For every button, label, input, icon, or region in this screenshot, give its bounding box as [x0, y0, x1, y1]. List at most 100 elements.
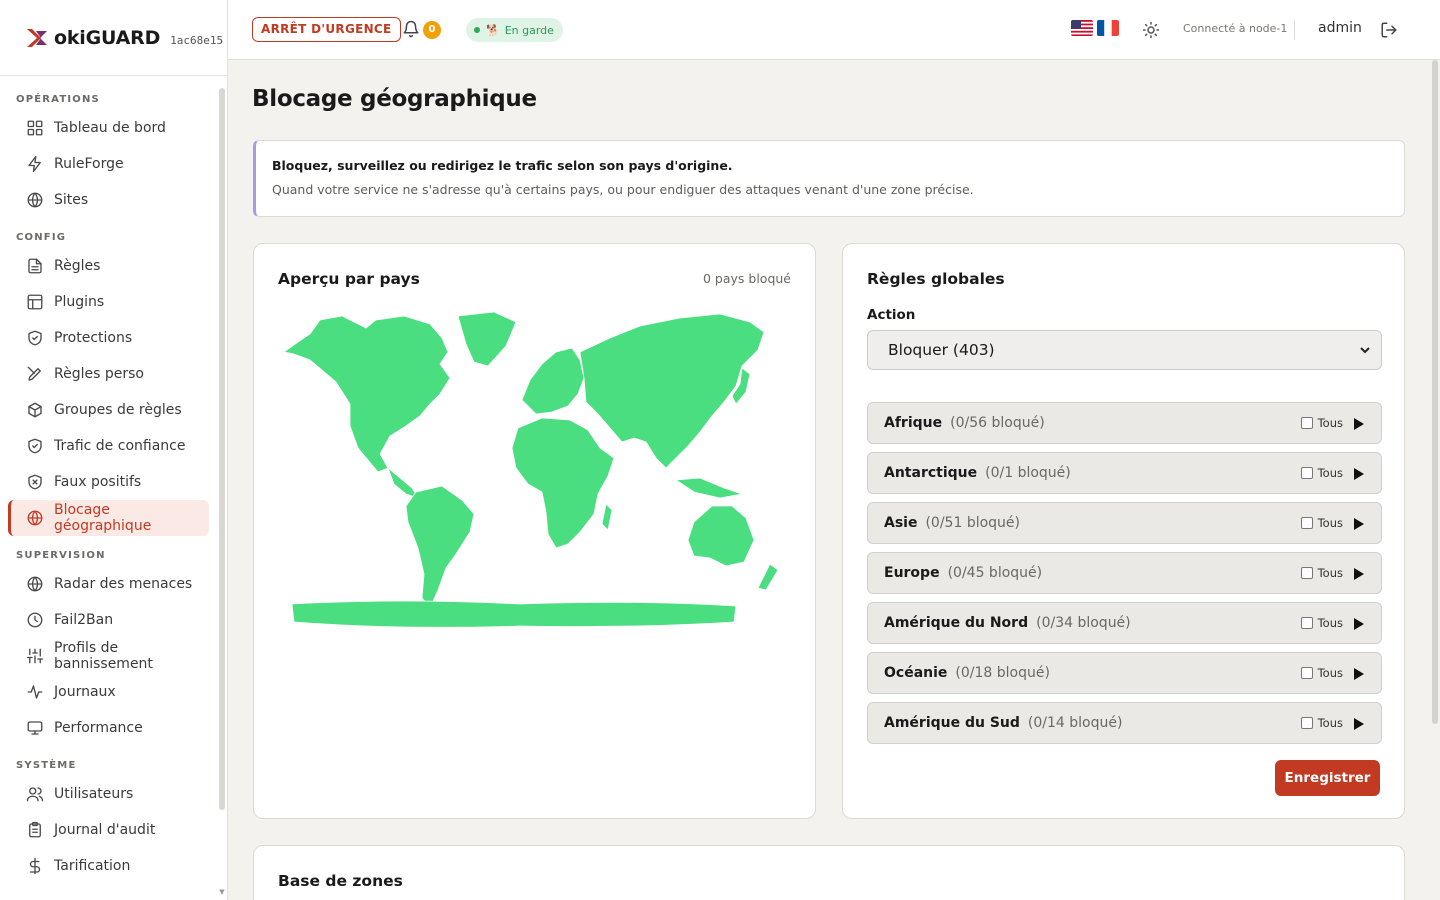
expand-arrow-icon[interactable] — [1353, 517, 1365, 531]
map-region-europe — [521, 347, 585, 415]
main-scrollbar[interactable] — [1432, 60, 1438, 724]
select-all-checkbox[interactable] — [1300, 417, 1313, 429]
sidebar-item-fail2ban[interactable]: Fail2Ban — [8, 602, 209, 638]
sidebar-item-faux-positifs[interactable]: Faux positifs — [8, 464, 209, 500]
top-bar: ARRÊT D'URGENCE 0 🐕 En garde Connecté à … — [228, 0, 1440, 60]
map-region-antarctica — [291, 600, 737, 628]
clock-icon — [26, 611, 44, 629]
user-name[interactable]: admin — [1318, 20, 1362, 36]
global-rules-card: Règles globales Action Bloquer (403) Afr… — [842, 243, 1405, 819]
sidebar-item-tableau-de-bord[interactable]: Tableau de bord — [8, 110, 209, 146]
region-name: Antarctique — [884, 465, 978, 481]
region-row-amerique-du-nord[interactable]: Amérique du Nord (0/34 bloqué) Tous — [867, 602, 1382, 644]
region-name: Afrique — [884, 415, 943, 431]
sidebar-item-label: RuleForge — [54, 156, 124, 172]
clipboard-icon — [26, 821, 44, 839]
sidebar-item-groupes-de-regles[interactable]: Groupes de règles — [8, 392, 209, 428]
select-all-checkbox[interactable] — [1300, 717, 1313, 729]
select-all-toggle[interactable]: Tous — [1300, 716, 1343, 730]
region-row-amerique-du-sud[interactable]: Amérique du Sud (0/14 bloqué) Tous — [867, 702, 1382, 744]
sidebar-scroll-down-icon[interactable]: ▼ — [219, 888, 225, 896]
save-button[interactable]: Enregistrer — [1275, 760, 1380, 796]
grid-icon — [26, 119, 44, 137]
expand-arrow-icon[interactable] — [1353, 717, 1365, 731]
sidebar-item-plugins[interactable]: Plugins — [8, 284, 209, 320]
select-all-checkbox[interactable] — [1300, 567, 1313, 579]
region-row-afrique[interactable]: Afrique (0/56 bloqué) Tous — [867, 402, 1382, 444]
sidebar-item-label: Utilisateurs — [54, 786, 134, 802]
sidebar-item-profils-de-bannissement[interactable]: Profils de bannissement — [8, 638, 209, 674]
select-all-checkbox[interactable] — [1300, 467, 1313, 479]
sidebar-section-title: SUPERVISION — [16, 550, 106, 561]
logo-icon — [27, 28, 47, 47]
sidebar-item-journaux[interactable]: Journaux — [8, 674, 209, 710]
region-row-asie[interactable]: Asie (0/51 bloqué) Tous — [867, 502, 1382, 544]
sidebar-item-utilisateurs[interactable]: Utilisateurs — [8, 776, 209, 812]
expand-arrow-icon[interactable] — [1353, 417, 1365, 431]
blocked-countries-summary: 0 pays bloqué — [702, 271, 791, 286]
sidebar-item-regles-perso[interactable]: Règles perso — [8, 356, 209, 392]
map-region-australia — [687, 505, 755, 567]
logout-icon[interactable] — [1380, 21, 1398, 39]
expand-arrow-icon[interactable] — [1353, 617, 1365, 631]
region-blocked-count: (0/56 bloqué) — [950, 415, 1045, 431]
map-region-indonesia — [674, 477, 743, 499]
sidebar-item-trafic-de-confiance[interactable]: Trafic de confiance — [8, 428, 209, 464]
world-map[interactable] — [280, 308, 792, 638]
select-all-toggle[interactable]: Tous — [1300, 416, 1343, 430]
select-all-checkbox[interactable] — [1300, 517, 1313, 529]
action-select[interactable]: Bloquer (403) — [867, 330, 1382, 370]
select-all-toggle[interactable]: Tous — [1300, 516, 1343, 530]
sidebar-item-protections[interactable]: Protections — [8, 320, 209, 356]
emergency-stop-button[interactable]: ARRÊT D'URGENCE — [252, 17, 401, 42]
sidebar-item-label: Performance — [54, 720, 143, 736]
pen-icon — [26, 365, 44, 383]
sidebar-item-regles[interactable]: Règles — [8, 248, 209, 284]
action-select-value: Bloquer (403) — [888, 341, 995, 359]
region-row-europe[interactable]: Europe (0/45 bloqué) Tous — [867, 552, 1382, 594]
sidebar-item-performance[interactable]: Performance — [8, 710, 209, 746]
sidebar-item-blocage-geographique[interactable]: Blocage géographique — [8, 500, 209, 536]
guard-status-badge: 🐕 En garde — [466, 18, 563, 42]
sidebar-item-label: Règles perso — [54, 366, 144, 382]
sidebar-item-label: Journal d'audit — [54, 822, 156, 838]
sidebar-item-tarification[interactable]: Tarification — [8, 848, 209, 884]
sidebar-item-ruleforge[interactable]: RuleForge — [8, 146, 209, 182]
brand[interactable]: okiGUARD 1ac68e15 — [0, 0, 227, 76]
select-all-toggle[interactable]: Tous — [1300, 616, 1343, 630]
sidebar-item-label: Radar des menaces — [54, 576, 193, 592]
select-all-toggle[interactable]: Tous — [1300, 666, 1343, 680]
expand-arrow-icon[interactable] — [1353, 467, 1365, 481]
expand-arrow-icon[interactable] — [1353, 567, 1365, 581]
activity-icon — [26, 683, 44, 701]
sidebar-item-radar-des-menaces[interactable]: Radar des menaces — [8, 566, 209, 602]
sidebar-item-label: Plugins — [54, 294, 105, 310]
select-all-checkbox[interactable] — [1300, 667, 1313, 679]
select-all-toggle[interactable]: Tous — [1300, 466, 1343, 480]
sidebar-item-label: Protections — [54, 330, 133, 346]
info-title: Bloquez, surveillez ou redirigez le traf… — [272, 158, 733, 173]
sidebar-item-sites[interactable]: Sites — [8, 182, 209, 218]
region-name: Amérique du Sud — [884, 715, 1020, 731]
sidebar-item-label: Fail2Ban — [54, 612, 114, 628]
select-all-label: Tous — [1317, 466, 1343, 480]
bell-icon[interactable] — [402, 20, 420, 38]
fr-flag-icon[interactable] — [1097, 20, 1119, 36]
sidebar-item-label: Journaux — [54, 684, 116, 700]
sidebar-item-journal-d-audit[interactable]: Journal d'audit — [8, 812, 209, 848]
select-all-toggle[interactable]: Tous — [1300, 566, 1343, 580]
language-switcher — [1071, 20, 1119, 36]
region-row-antarctique[interactable]: Antarctique (0/1 bloqué) Tous — [867, 452, 1382, 494]
select-all-label: Tous — [1317, 516, 1343, 530]
sidebar: okiGUARD 1ac68e15 ▼ OPÉRATIONS Tableau de… — [0, 0, 228, 900]
cube-icon — [26, 401, 44, 419]
region-row-oceanie[interactable]: Océanie (0/18 bloqué) Tous — [867, 652, 1382, 694]
us-flag-icon[interactable] — [1071, 20, 1093, 36]
select-all-checkbox[interactable] — [1300, 617, 1313, 629]
shield-x-icon — [26, 473, 44, 491]
expand-arrow-icon[interactable] — [1353, 667, 1365, 681]
theme-toggle-icon[interactable] — [1142, 21, 1160, 39]
sidebar-scrollbar[interactable] — [219, 88, 225, 810]
